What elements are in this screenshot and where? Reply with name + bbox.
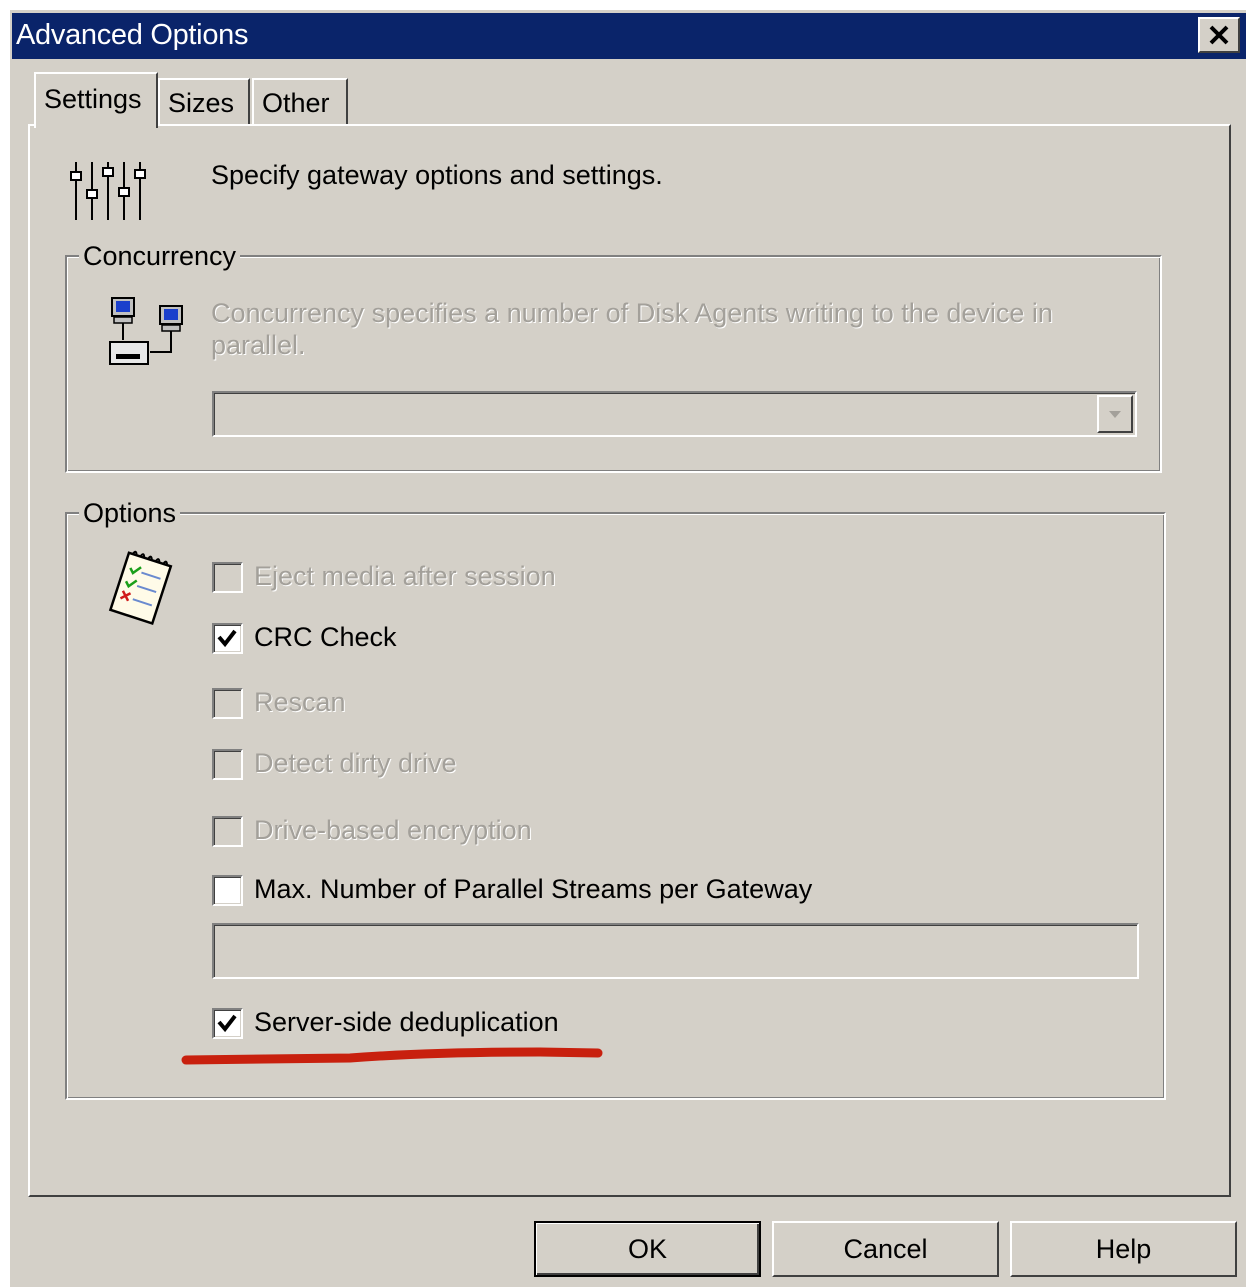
- checklist-icon: [108, 550, 173, 626]
- tab-sizes-label: Sizes: [168, 88, 235, 118]
- settings-tab-panel: Specify gateway options and settings. Co…: [28, 124, 1231, 1197]
- crc-check-label: CRC Check: [254, 622, 397, 652]
- help-button-label: Help: [1095, 1233, 1152, 1264]
- parallel-streams-input[interactable]: [212, 923, 1139, 979]
- checkmark-icon: [217, 629, 237, 648]
- tab-settings-label: Settings: [44, 84, 142, 114]
- cancel-button-label: Cancel: [843, 1233, 928, 1264]
- checkmark-icon: [217, 1014, 237, 1033]
- concurrency-description-line2: parallel.: [211, 330, 306, 360]
- cancel-button[interactable]: Cancel: [772, 1221, 999, 1277]
- tab-sizes[interactable]: Sizes: [158, 78, 250, 124]
- eject-media-checkbox[interactable]: [212, 562, 243, 593]
- options-legend: Options: [79, 498, 181, 529]
- rescan-label: Rescan: [254, 687, 346, 717]
- concurrency-dropdown-button[interactable]: [1097, 395, 1133, 433]
- chevron-down-icon: [1109, 411, 1121, 418]
- header-description: Specify gateway options and settings.: [211, 160, 663, 190]
- concurrency-description-line1: Concurrency specifies a number of Disk A…: [211, 298, 1053, 328]
- close-icon: [1209, 25, 1229, 45]
- concurrency-group: [65, 255, 1162, 473]
- detect-dirty-drive-checkbox[interactable]: [212, 749, 243, 780]
- tab-other[interactable]: Other: [252, 78, 348, 124]
- concurrency-legend: Concurrency: [79, 241, 241, 272]
- eject-media-label: Eject media after session: [254, 561, 556, 591]
- crc-check-checkbox[interactable]: [212, 623, 243, 654]
- detect-dirty-drive-label: Detect dirty drive: [254, 748, 457, 778]
- max-parallel-streams-checkbox[interactable]: [212, 875, 243, 906]
- drive-based-encryption-checkbox[interactable]: [212, 816, 243, 847]
- server-side-deduplication-label: Server-side deduplication: [254, 1007, 559, 1037]
- concurrency-select[interactable]: [212, 391, 1137, 437]
- drive-based-encryption-label: Drive-based encryption: [254, 815, 532, 845]
- network-computers-icon: [109, 297, 183, 365]
- ok-button-label: OK: [627, 1233, 667, 1264]
- red-underline-annotation: [181, 1047, 603, 1065]
- window-title: Advanced Options: [16, 19, 249, 51]
- help-button[interactable]: Help: [1010, 1221, 1237, 1277]
- tab-settings[interactable]: Settings: [34, 72, 158, 128]
- sliders-icon: [70, 162, 146, 220]
- server-side-deduplication-checkbox[interactable]: [212, 1008, 243, 1039]
- rescan-checkbox[interactable]: [212, 688, 243, 719]
- max-parallel-streams-label: Max. Number of Parallel Streams per Gate…: [254, 874, 813, 904]
- ok-button[interactable]: OK: [534, 1221, 761, 1277]
- tab-other-label: Other: [262, 88, 330, 118]
- title-bar: Advanced Options: [12, 13, 1246, 59]
- close-button[interactable]: [1198, 17, 1240, 53]
